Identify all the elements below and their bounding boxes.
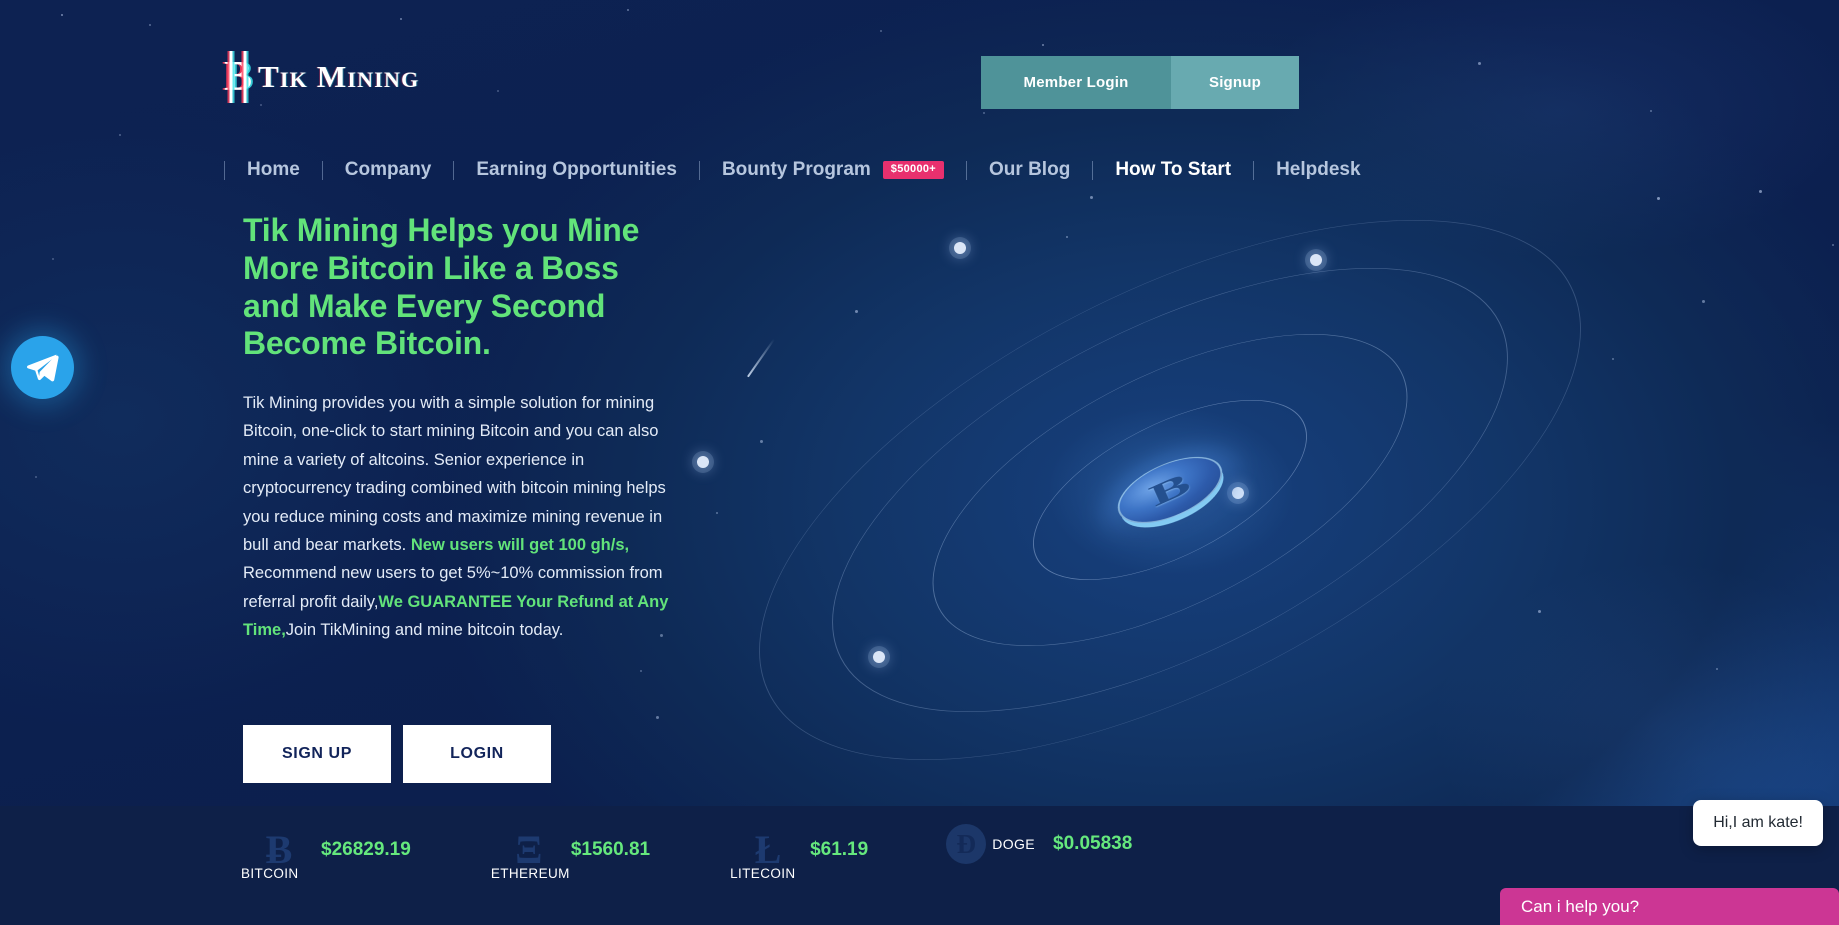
ticker-item-bitcoin[interactable]: Ƀ BITCOIN $26829.19 xyxy=(241,824,411,882)
nav-divider xyxy=(224,160,225,180)
nav-item-home[interactable]: Home xyxy=(247,159,300,181)
orbit-ring xyxy=(766,176,1574,804)
nav-item-our-blog[interactable]: Our Blog xyxy=(989,159,1070,181)
auth-buttons: Member Login Signup xyxy=(981,56,1299,109)
telegram-icon[interactable] xyxy=(11,336,74,399)
bitcoin-coin-icon: B xyxy=(1108,443,1232,537)
nav-label: Company xyxy=(344,159,432,180)
main-nav: Home Company Earning Opportunities Bount… xyxy=(224,152,1383,188)
nav-divider xyxy=(321,160,323,180)
orbit-ring xyxy=(679,109,1661,871)
hero-copy: Tik Mining Helps you Mine More Bitcoin L… xyxy=(243,212,673,644)
ticker-item-doge[interactable]: Ð DOGE $0.05838 xyxy=(946,824,1132,864)
chat-help-bar[interactable]: Can i help you? xyxy=(1500,888,1839,925)
signup-button[interactable]: Signup xyxy=(1171,56,1299,109)
doge-icon: Ð xyxy=(946,824,987,864)
hero-highlight-1: New users will get 100 gh/s, xyxy=(410,535,630,554)
ticker-price: $61.19 xyxy=(810,839,869,860)
ticker-item-ethereum[interactable]: Ξ ETHEREUM $1560.81 xyxy=(491,824,651,882)
nav-divider xyxy=(1253,160,1255,180)
nav-divider xyxy=(1092,160,1094,180)
ticker-coin-name: ETHEREUM xyxy=(490,866,570,881)
nav-label: Home xyxy=(247,159,300,180)
nav-item-helpdesk[interactable]: Helpdesk xyxy=(1276,159,1360,181)
nav-label: Earning Opportunities xyxy=(476,159,677,180)
orbit-ring xyxy=(886,270,1454,710)
member-login-button[interactable]: Member Login xyxy=(981,56,1171,109)
sign-up-button[interactable]: SIGN UP xyxy=(243,725,391,783)
ticker-coin-name: BITCOIN xyxy=(241,866,299,881)
nav-item-company[interactable]: Company xyxy=(345,159,432,181)
nav-label: Our Blog xyxy=(989,159,1071,180)
bitcoin-logo-icon: B xyxy=(224,54,253,100)
hero-cta-row: SIGN UP LOGIN xyxy=(243,725,551,783)
hero-description: Tik Mining provides you with a simple so… xyxy=(243,389,673,644)
page-title: Tik Mining Helps you Mine More Bitcoin L… xyxy=(243,212,640,362)
bitcoin-orbit-graphic: B xyxy=(679,109,1661,871)
nav-divider xyxy=(966,160,968,180)
brand-name: Tik Mining xyxy=(258,59,420,94)
landing-page: B Tik Mining Member Login Signup Home Co… xyxy=(0,0,1839,925)
nav-label: Helpdesk xyxy=(1276,159,1361,180)
orbit-node-dot xyxy=(1232,487,1244,499)
ticker-price: $0.05838 xyxy=(1053,833,1133,854)
nav-item-bounty-program[interactable]: Bounty Program $50000+ xyxy=(721,159,945,181)
ticker-price: $26829.19 xyxy=(321,839,411,860)
orbit-node-dot xyxy=(954,242,966,254)
meteor-streak xyxy=(746,338,776,378)
nav-item-earning-opportunities[interactable]: Earning Opportunities xyxy=(476,159,677,181)
nav-divider xyxy=(698,160,700,180)
ticker-coin-name: LITECOIN xyxy=(730,866,796,881)
login-button[interactable]: LOGIN xyxy=(403,725,551,783)
coin-glow xyxy=(1045,405,1295,575)
bounty-amount-badge: $50000+ xyxy=(882,161,945,179)
chat-greeting-bubble[interactable]: Hi,I am kate! xyxy=(1693,800,1823,846)
ticker-item-litecoin[interactable]: Ł LITECOIN $61.19 xyxy=(730,824,869,882)
hero-paragraph-1: Tik Mining provides you with a simple so… xyxy=(243,394,666,554)
nav-label: Bounty Program xyxy=(721,159,871,180)
orbit-ring xyxy=(1006,363,1334,617)
coin-symbol: B xyxy=(1144,466,1196,513)
nav-divider xyxy=(453,160,455,180)
nav-item-how-to-start[interactable]: How To Start xyxy=(1115,159,1231,181)
site-logo[interactable]: B Tik Mining xyxy=(224,56,419,98)
orbit-node-dot xyxy=(1310,254,1322,266)
ticker-coin-name: DOGE xyxy=(992,836,1036,852)
hero-paragraph-3: Join TikMining and mine bitcoin today. xyxy=(285,621,564,639)
nav-label: How To Start xyxy=(1115,159,1232,180)
nebula-blotch xyxy=(1250,0,1839,260)
orbit-node-dot xyxy=(873,651,885,663)
orbit-node-dot xyxy=(697,456,709,468)
ticker-list: Ƀ BITCOIN $26829.19 Ξ ETHEREUM $1560.81 … xyxy=(0,806,1839,882)
ticker-price: $1560.81 xyxy=(570,839,651,860)
